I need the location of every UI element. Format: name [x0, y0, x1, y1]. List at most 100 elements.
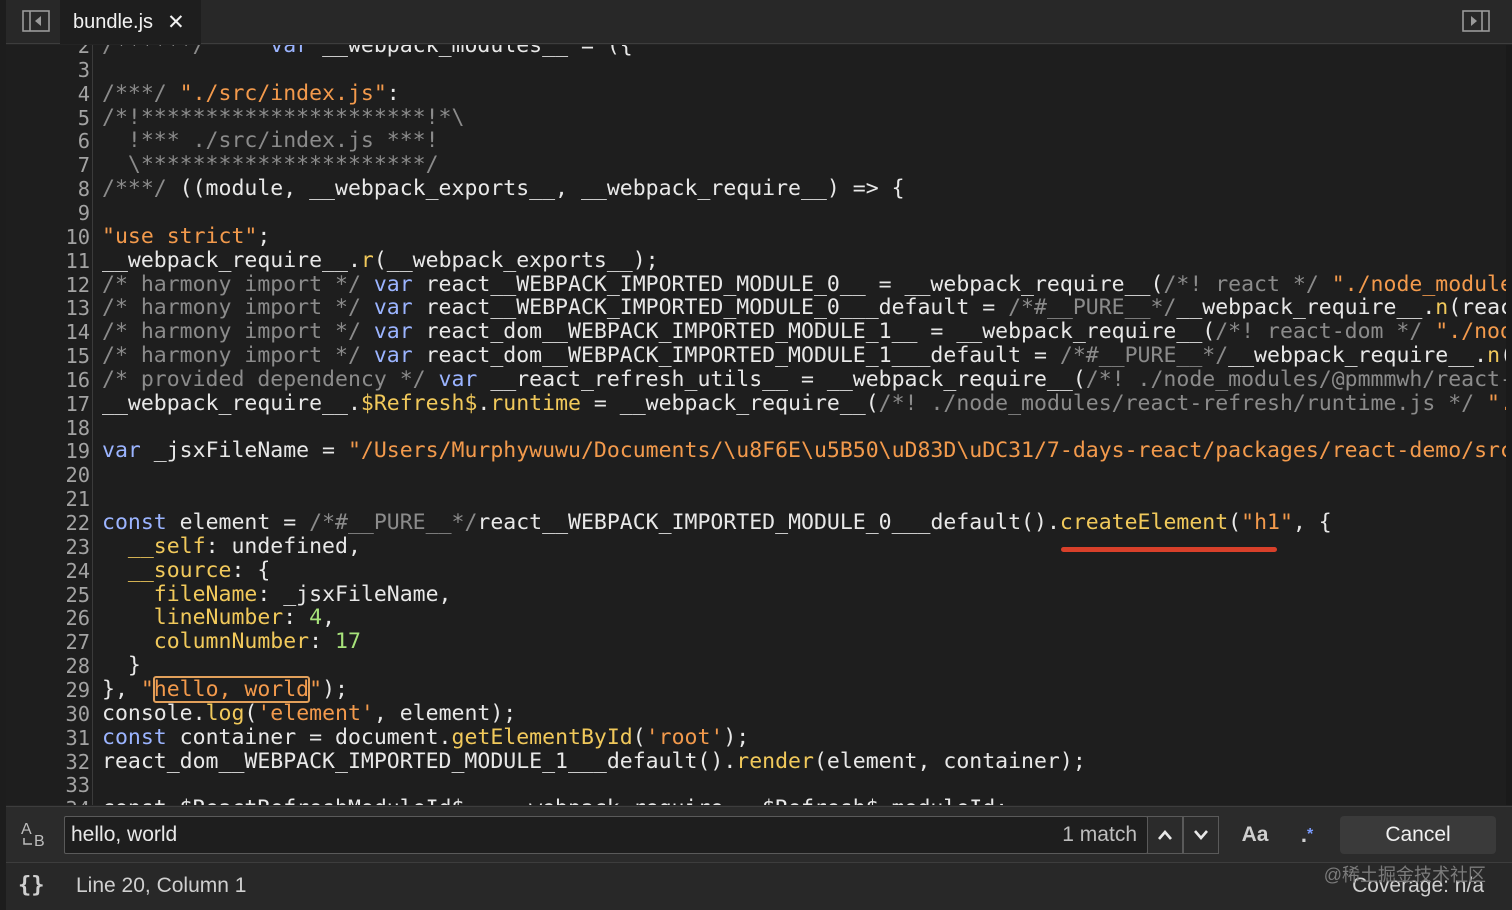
code-token: const: [102, 510, 167, 535]
code-token: /* harmony import */: [102, 295, 374, 321]
line-number[interactable]: 27: [11, 630, 92, 654]
line-number[interactable]: 17: [11, 392, 92, 416]
code-line[interactable]: "use strict";: [102, 223, 271, 249]
line-number[interactable]: 23: [11, 535, 92, 559]
toggle-debugger-button[interactable]: [1462, 9, 1490, 33]
line-number[interactable]: 14: [11, 320, 92, 344]
line-number[interactable]: 13: [11, 296, 92, 320]
line-number[interactable]: 8: [11, 177, 92, 201]
line-number[interactable]: 25: [11, 583, 92, 607]
code-token: element =: [166, 510, 310, 535]
code-line[interactable]: var _jsxFileName = "/Users/Murphywuwu/Do…: [102, 439, 1512, 463]
code-line[interactable]: const element = /*#__PURE__*/react__WEBP…: [102, 511, 1332, 535]
pretty-print-button[interactable]: {}: [18, 871, 54, 901]
cancel-button[interactable]: Cancel: [1340, 816, 1496, 854]
line-number[interactable]: 5: [11, 106, 92, 130]
code-line[interactable]: console.log('element', element);: [102, 701, 516, 726]
search-input[interactable]: hello, world 1 match: [64, 816, 1148, 854]
code-token: (: [632, 724, 646, 750]
code-token: 17: [335, 629, 361, 655]
code-line[interactable]: !*** ./src/index.js ***!: [102, 129, 439, 153]
line-number[interactable]: 19: [11, 439, 92, 463]
line-number[interactable]: 15: [11, 344, 92, 368]
close-icon[interactable]: ✕: [167, 12, 185, 33]
code-line[interactable]: react_dom__WEBPACK_IMPORTED_MODULE_1___d…: [102, 749, 1086, 774]
code-line[interactable]: /* provided dependency */ var __react_re…: [102, 366, 1512, 392]
line-number[interactable]: 29: [11, 678, 92, 702]
chevron-down-icon: [1194, 830, 1208, 840]
code-token: ((module, __webpack_exports__, __webpack…: [179, 176, 905, 202]
previous-match-button[interactable]: [1147, 816, 1183, 854]
line-number[interactable]: 28: [11, 654, 92, 678]
code-token: : {: [231, 557, 271, 583]
code-token: runtime: [490, 390, 581, 416]
code-token: "use strict": [102, 223, 258, 249]
code-line[interactable]: /* harmony import */ var react_dom__WEBP…: [102, 344, 1512, 368]
code-line[interactable]: /*!**********************!*\: [102, 105, 464, 130]
next-match-button[interactable]: [1183, 816, 1219, 854]
line-number[interactable]: 6: [11, 129, 92, 153]
code-line[interactable]: const container = document.getElementByI…: [102, 724, 750, 750]
match-case-toggle[interactable]: Aa: [1235, 816, 1275, 854]
regex-toggle[interactable]: .*: [1290, 816, 1324, 854]
code-line[interactable]: __webpack_require__.r(__webpack_exports_…: [102, 248, 659, 273]
line-number[interactable]: 31: [11, 726, 92, 750]
code-line[interactable]: /* harmony import */ var react_dom__WEBP…: [102, 320, 1512, 344]
code-token: /* provided dependency */: [102, 366, 439, 392]
code-line[interactable]: /***/ ((module, __webpack_exports__, __w…: [102, 177, 905, 201]
line-number[interactable]: 34: [11, 797, 92, 805]
match-count: 1 match: [1062, 823, 1137, 846]
line-number[interactable]: 24: [11, 559, 92, 583]
code-line[interactable]: columnNumber: 17: [102, 630, 361, 654]
line-number[interactable]: 18: [11, 416, 92, 440]
line-number[interactable]: 33: [11, 773, 92, 797]
line-number[interactable]: 7: [11, 153, 92, 177]
code-line[interactable]: /***/ "./src/index.js":: [102, 80, 400, 106]
code-token: __webpack_require__.: [1228, 343, 1488, 369]
code-line[interactable]: fileName: _jsxFileName,: [102, 582, 452, 607]
toggle-navigator-button[interactable]: [22, 9, 50, 33]
line-number[interactable]: 20: [11, 463, 92, 487]
code-token: react__WEBPACK_IMPORTED_MODULE_0__ = __w…: [412, 271, 1164, 297]
tab-bundle-js[interactable]: bundle.js ✕: [60, 0, 201, 44]
code-line[interactable]: /* harmony import */ var react__WEBPACK_…: [102, 296, 1512, 320]
code-token: "h1": [1241, 510, 1293, 535]
vertical-scrollbar[interactable]: [1506, 45, 1512, 805]
code-token: );: [723, 724, 750, 750]
code-line[interactable]: /* harmony import */ var react__WEBPACK_…: [102, 271, 1512, 297]
code-token: .: [477, 390, 491, 416]
line-number[interactable]: 12: [11, 273, 92, 297]
code-token: (: [1228, 510, 1242, 535]
code-token: /***/: [102, 80, 180, 106]
line-number[interactable]: 4: [11, 82, 92, 106]
code-line[interactable]: }, "hello, world");: [102, 675, 348, 703]
line-number[interactable]: 11: [11, 249, 92, 273]
code-line[interactable]: }: [102, 654, 141, 678]
code-line[interactable]: __self: undefined,: [102, 534, 361, 559]
line-number[interactable]: 2: [11, 45, 92, 58]
line-number[interactable]: 22: [11, 511, 92, 535]
code-line[interactable]: /******/ var __webpack_modules__ = ({: [102, 45, 633, 58]
code-line[interactable]: const $ReactRefreshModuleId$ = __webpack…: [102, 797, 1008, 805]
code-token: var: [270, 45, 310, 58]
line-number[interactable]: 26: [11, 606, 92, 630]
line-number[interactable]: 30: [11, 702, 92, 726]
code-line[interactable]: \**********************/: [102, 153, 439, 177]
code-token: );: [322, 676, 348, 702]
line-number[interactable]: 9: [11, 201, 92, 225]
line-number[interactable]: 21: [11, 487, 92, 511]
code-line[interactable]: lineNumber: 4,: [102, 606, 335, 630]
line-number[interactable]: 3: [11, 58, 92, 82]
code-lines[interactable]: /******/ var __webpack_modules__ = ({ /**…: [102, 45, 1512, 805]
code-token: ;: [257, 223, 271, 249]
code-editor[interactable]: 2 3 4 5 6 7 8 9 10 11 12 13 14 15 16 17 18 19 20 21 22 23 24 25…: [6, 45, 1512, 805]
code-token: var: [373, 319, 413, 345]
line-number[interactable]: 32: [11, 750, 92, 774]
code-line[interactable]: __webpack_require__.$Refresh$.runtime = …: [102, 390, 1512, 416]
code-token: const $ReactRefreshModuleId$ = __webpack…: [102, 796, 1008, 805]
code-line[interactable]: __source: {: [102, 557, 271, 583]
find-replace-toggle[interactable]: A B: [20, 819, 52, 850]
line-number[interactable]: 16: [11, 368, 92, 392]
line-number[interactable]: 10: [11, 225, 92, 249]
